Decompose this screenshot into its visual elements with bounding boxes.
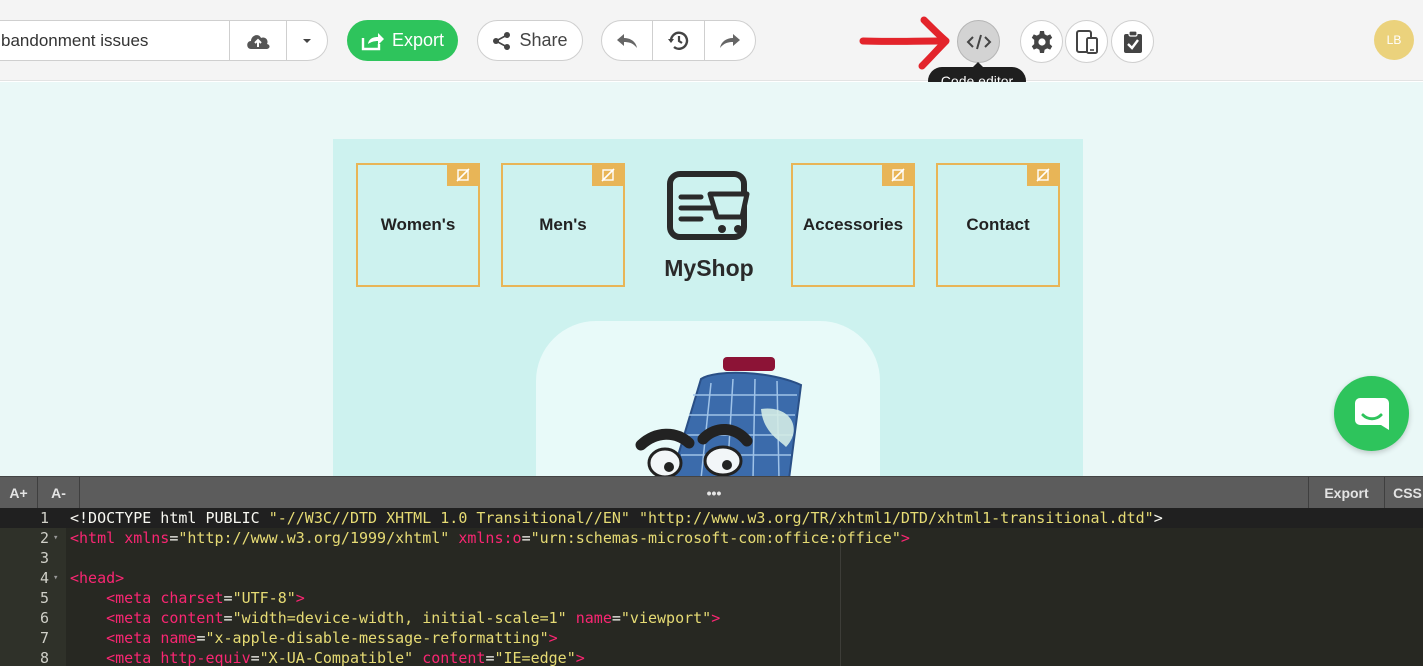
line-number: 5 bbox=[39, 589, 49, 607]
template-name-field[interactable]: bandonment issues bbox=[0, 21, 230, 60]
unlink-icon bbox=[601, 168, 615, 182]
nav-box-mens[interactable]: Men's bbox=[501, 163, 625, 287]
nav-box-contact[interactable]: Contact bbox=[936, 163, 1060, 287]
chevron-down-icon bbox=[303, 38, 312, 43]
save-options-button[interactable] bbox=[287, 21, 327, 60]
line-number: 2 bbox=[39, 529, 49, 547]
code-line[interactable]: 8 <meta http-equiv="X-UA-Compatible" con… bbox=[0, 648, 1423, 668]
share-label: Share bbox=[519, 30, 568, 50]
code-text: <html xmlns="http://www.w3.org/1999/xhtm… bbox=[70, 529, 910, 547]
unlink-badge bbox=[1027, 164, 1059, 186]
share-button[interactable]: Share bbox=[477, 20, 583, 61]
code-text: <meta charset="UTF-8"> bbox=[106, 589, 305, 607]
code-text: <meta name="x-apple-disable-message-refo… bbox=[106, 629, 558, 647]
line-number: 3 bbox=[39, 549, 49, 567]
code-editor[interactable]: 1 <!DOCTYPE html PUBLIC "-//W3C//DTD XHTM… bbox=[0, 508, 1423, 668]
history-icon bbox=[668, 31, 689, 50]
template-name-group: bandonment issues bbox=[0, 20, 328, 61]
nav-label-mens: Men's bbox=[539, 215, 587, 234]
code-line[interactable]: 5 <meta charset="UTF-8"> bbox=[0, 588, 1423, 608]
email-canvas: Women's Men's MyShop Accessories Contact bbox=[0, 82, 1423, 476]
undo-button[interactable] bbox=[602, 21, 652, 60]
export-label: Export bbox=[391, 30, 445, 50]
top-toolbar: bandonment issues Export Share Code edit… bbox=[0, 0, 1423, 95]
font-increase-button[interactable]: A+ bbox=[0, 477, 38, 509]
code-text: <meta content="width=device-width, initi… bbox=[106, 609, 721, 627]
code-editor-toolbar: A+ A- ••• Export CSS bbox=[0, 476, 1423, 509]
unlink-icon bbox=[891, 168, 905, 182]
email-template-preview: Women's Men's MyShop Accessories Contact bbox=[333, 139, 1083, 476]
save-cloud-button[interactable] bbox=[230, 21, 288, 60]
live-chat-button[interactable] bbox=[1334, 376, 1409, 451]
line-number: 1 bbox=[39, 509, 49, 527]
css-tab[interactable]: CSS bbox=[1384, 477, 1423, 509]
history-group bbox=[601, 20, 756, 61]
myshop-logo[interactable]: MyShop bbox=[646, 165, 772, 287]
export-icon bbox=[361, 32, 384, 50]
nav-box-womens[interactable]: Women's bbox=[356, 163, 480, 287]
nav-box-accessories[interactable]: Accessories bbox=[791, 163, 915, 287]
red-arrow-annotation bbox=[859, 16, 950, 70]
line-number: 8 bbox=[39, 649, 49, 667]
chat-icon bbox=[1354, 397, 1389, 430]
test-checklist-button[interactable] bbox=[1111, 20, 1154, 63]
unlink-badge bbox=[882, 164, 914, 186]
unlink-icon bbox=[456, 168, 470, 182]
unlink-icon bbox=[1036, 168, 1050, 182]
logo-text: MyShop bbox=[664, 255, 754, 281]
preview-button[interactable] bbox=[1065, 20, 1108, 63]
user-avatar[interactable]: LB bbox=[1374, 20, 1414, 60]
device-preview-icon bbox=[1075, 29, 1098, 54]
unlink-badge bbox=[447, 164, 479, 186]
line-number: 6 bbox=[39, 609, 49, 627]
nav-label-womens: Women's bbox=[380, 215, 456, 234]
code-text: <head> bbox=[70, 569, 125, 587]
redo-button[interactable] bbox=[703, 21, 755, 60]
fold-toggle-icon[interactable]: ▾ bbox=[53, 528, 58, 548]
code-editor-button[interactable] bbox=[957, 20, 1000, 63]
code-export-button[interactable]: Export bbox=[1308, 477, 1384, 509]
cart-logo-icon bbox=[667, 171, 750, 240]
code-icon bbox=[966, 34, 991, 49]
fold-toggle-icon[interactable]: ▾ bbox=[53, 568, 58, 588]
cloud-upload-icon bbox=[247, 34, 270, 49]
clipboard-check-icon bbox=[1123, 29, 1142, 53]
export-button[interactable]: Export bbox=[347, 20, 458, 61]
hero-image-card[interactable] bbox=[536, 321, 880, 476]
line-number: 7 bbox=[39, 629, 49, 647]
settings-button[interactable] bbox=[1020, 20, 1063, 63]
code-line[interactable]: 7 <meta name="x-apple-disable-message-re… bbox=[0, 628, 1423, 648]
nav-label-accessories: Accessories bbox=[802, 215, 904, 234]
code-text: <!DOCTYPE html PUBLIC "-//W3C//DTD XHTML… bbox=[70, 509, 1163, 527]
sad-cart-illustration bbox=[635, 357, 803, 476]
line-number: 4 bbox=[39, 569, 49, 587]
history-button[interactable] bbox=[652, 21, 703, 60]
font-decrease-button[interactable]: A- bbox=[38, 477, 80, 509]
nav-label-contact: Contact bbox=[966, 215, 1030, 234]
gear-icon bbox=[1031, 30, 1052, 53]
undo-icon bbox=[617, 33, 638, 48]
code-line[interactable]: 1 <!DOCTYPE html PUBLIC "-//W3C//DTD XHTM… bbox=[0, 508, 1423, 528]
code-line[interactable]: 6 <meta content="width=device-width, ini… bbox=[0, 608, 1423, 628]
share-icon bbox=[493, 31, 511, 50]
code-line[interactable]: 2 ▾ <html xmlns="http://www.w3.org/1999/xh… bbox=[0, 528, 1423, 548]
code-text: <meta http-equiv="X-UA-Compatible" conte… bbox=[106, 649, 585, 667]
code-line[interactable]: 4 ▾ <head> bbox=[0, 568, 1423, 588]
unlink-badge bbox=[592, 164, 624, 186]
redo-icon bbox=[719, 33, 740, 48]
code-line[interactable]: 3 bbox=[0, 548, 1423, 568]
resize-handle[interactable]: ••• bbox=[664, 477, 764, 509]
